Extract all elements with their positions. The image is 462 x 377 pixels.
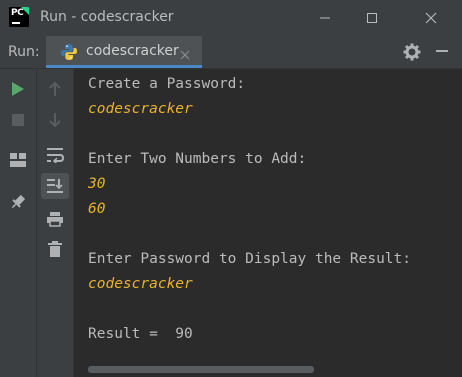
console-output[interactable]: Create a Password: codescracker Enter Tw…: [74, 69, 462, 367]
window-title: Run - codescracker: [40, 9, 174, 25]
console-input-line: 30: [88, 176, 106, 192]
tab-codescracker[interactable]: codescracker: [46, 36, 202, 68]
console-input-line: codescracker: [88, 101, 193, 117]
pycharm-logo-icon: PC: [9, 7, 29, 27]
layout-icon[interactable]: [9, 151, 27, 169]
console-input-line: codescracker: [88, 276, 193, 292]
minimize-button[interactable]: [302, 0, 348, 36]
pin-icon[interactable]: [9, 193, 27, 211]
left-toolbar: [0, 69, 37, 377]
gear-icon[interactable]: [403, 43, 421, 65]
soft-wrap-icon[interactable]: [46, 146, 64, 164]
horizontal-scrollbar[interactable]: [88, 366, 314, 373]
tab-close-icon[interactable]: [180, 45, 190, 64]
stop-icon[interactable]: [9, 111, 27, 129]
title-bar: PC Run - codescracker: [0, 0, 462, 36]
scroll-to-end-icon[interactable]: [41, 173, 69, 199]
console-line: Create a Password:: [88, 76, 246, 92]
console-line: Enter Password to Display the Result:: [88, 251, 412, 267]
hide-toolwindow-icon[interactable]: [436, 50, 448, 52]
down-arrow-icon[interactable]: [46, 111, 64, 129]
run-label: Run:: [8, 44, 40, 60]
python-icon: [60, 43, 78, 65]
maximize-icon: [367, 13, 377, 23]
tab-label: codescracker: [86, 43, 179, 59]
trash-icon[interactable]: [46, 240, 64, 258]
minimize-icon: [320, 17, 330, 19]
print-icon[interactable]: [46, 210, 64, 228]
close-icon: [425, 12, 437, 24]
maximize-button[interactable]: [349, 0, 395, 36]
console-line: Result = 90: [88, 326, 193, 342]
run-icon[interactable]: [9, 80, 27, 98]
console-line: Enter Two Numbers to Add:: [88, 151, 307, 167]
console-input-line: 60: [88, 201, 106, 217]
close-button[interactable]: [408, 0, 454, 36]
console-toolbar: [37, 69, 74, 377]
up-arrow-icon[interactable]: [46, 80, 64, 98]
